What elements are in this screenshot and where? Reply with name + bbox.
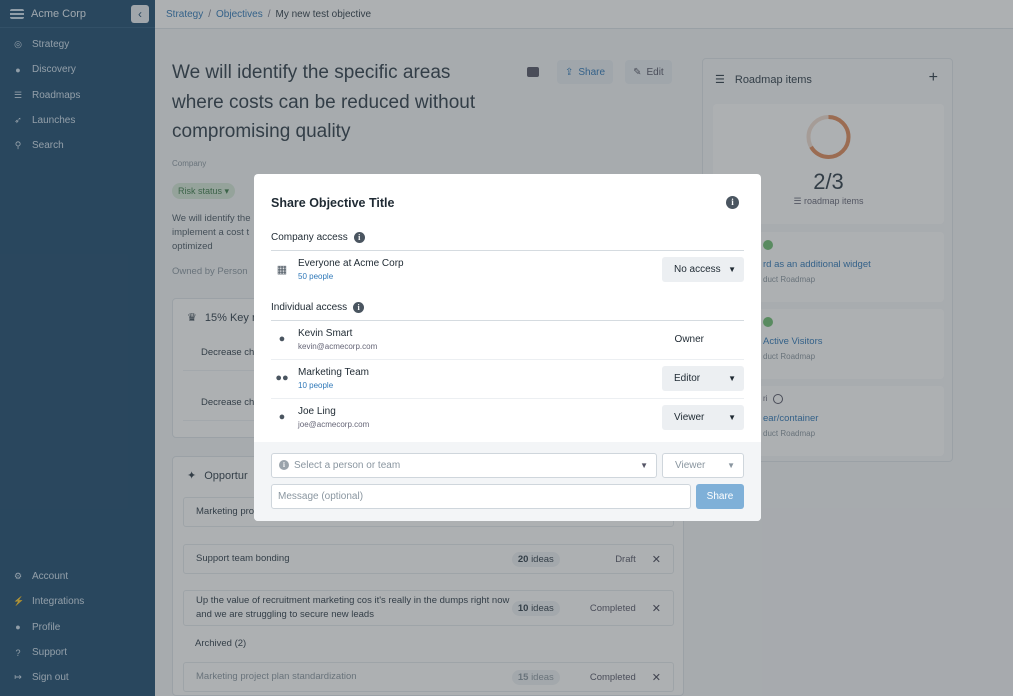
company-access-dropdown[interactable]: No access ▼ <box>662 257 744 282</box>
info-icon: i <box>279 460 289 470</box>
caret-down-icon: ▼ <box>728 374 736 383</box>
company-people-count[interactable]: 50 people <box>298 272 333 281</box>
person-name: Joe Ling <box>298 406 336 417</box>
team-icon: ●● <box>275 372 289 384</box>
company-access-row: ▦ Everyone at Acme Corp 50 people No acc… <box>271 251 744 290</box>
caret-down-icon: ▼ <box>728 265 736 274</box>
share-modal: Share Objective Title i Company access i … <box>254 174 761 521</box>
person-row: ● Joe Ling joe@acmecorp.com Viewer ▼ <box>271 399 744 438</box>
building-icon: ▦ <box>276 264 288 276</box>
individual-access-heading: Individual access i <box>271 302 365 313</box>
company-access-value: No access <box>674 264 721 275</box>
team-people-count[interactable]: 10 people <box>298 381 333 390</box>
caret-down-icon: ▼ <box>727 461 735 470</box>
owner-role: Owner <box>674 334 704 345</box>
new-role-dropdown[interactable]: Viewer ▼ <box>662 453 744 478</box>
info-icon[interactable]: i <box>353 232 365 243</box>
person-row: ● Kevin Smart kevin@acmecorp.com Owner <box>271 321 744 360</box>
person-icon: ● <box>278 333 286 345</box>
role-dropdown[interactable]: Viewer ▼ <box>662 405 744 430</box>
person-icon: ● <box>278 411 286 423</box>
role-dropdown[interactable]: Editor ▼ <box>662 366 744 391</box>
role-value: Viewer <box>674 412 705 423</box>
person-row: ●● Marketing Team 10 people Editor ▼ <box>271 360 744 399</box>
company-name: Everyone at Acme Corp <box>298 258 404 269</box>
info-icon[interactable]: i <box>726 196 739 209</box>
message-placeholder: Message (optional) <box>278 491 364 502</box>
person-name: Kevin Smart <box>298 328 353 339</box>
share-submit-button[interactable]: Share <box>696 484 744 509</box>
company-access-label: Company access <box>271 232 348 243</box>
person-email: joe@acmecorp.com <box>298 420 370 429</box>
individual-access-label: Individual access <box>271 302 348 313</box>
modal-title: Share Objective Title <box>271 196 395 210</box>
person-team-select[interactable]: i Select a person or team ▼ <box>271 453 657 478</box>
caret-down-icon: ▼ <box>640 461 648 470</box>
person-email: kevin@acmecorp.com <box>298 342 378 351</box>
message-input[interactable]: Message (optional) <box>271 484 691 509</box>
caret-down-icon: ▼ <box>728 413 736 422</box>
person-name: Marketing Team <box>298 367 369 378</box>
modal-footer: i Select a person or team ▼ Viewer ▼ Mess… <box>254 442 761 521</box>
role-value: Editor <box>674 373 701 384</box>
select-placeholder: Select a person or team <box>294 460 401 471</box>
info-icon[interactable]: i <box>353 302 365 313</box>
new-role-value: Viewer <box>675 460 706 471</box>
company-access-heading: Company access i <box>271 232 365 243</box>
